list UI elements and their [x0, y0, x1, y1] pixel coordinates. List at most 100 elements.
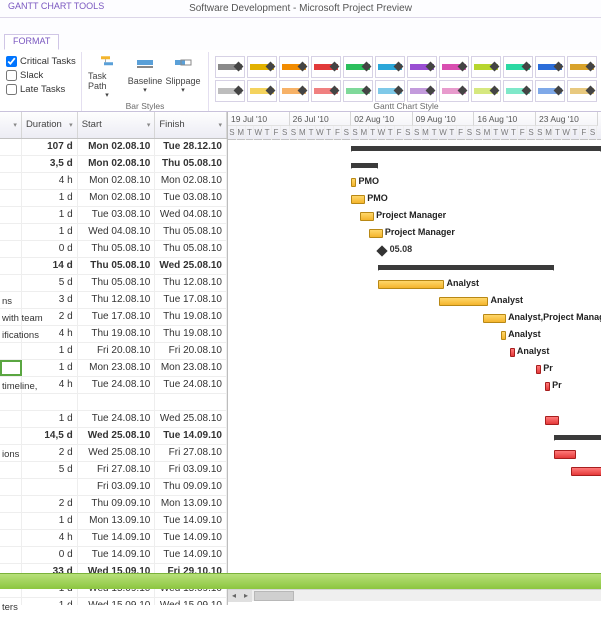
cell-duration[interactable]: 1 d: [22, 360, 78, 376]
scroll-thumb[interactable]: [254, 591, 294, 601]
style-swatch[interactable]: [215, 56, 245, 78]
cell-start[interactable]: Tue 24.08.10: [78, 411, 156, 427]
cell-duration[interactable]: 4 h: [22, 326, 78, 342]
cell-start[interactable]: Tue 17.08.10: [78, 309, 156, 325]
check-critical[interactable]: Critical Tasks: [6, 54, 75, 68]
style-swatch[interactable]: [407, 80, 437, 102]
table-row[interactable]: 2 dTue 17.08.10Thu 19.08.10: [0, 309, 227, 326]
cell-duration[interactable]: 0 d: [22, 241, 78, 257]
gantt-bar[interactable]: [378, 265, 554, 270]
cell-duration[interactable]: 1 d: [22, 343, 78, 359]
table-row[interactable]: 107 dMon 02.08.10Tue 28.12.10: [0, 139, 227, 156]
slippage-button[interactable]: Slippage▾: [164, 54, 202, 99]
style-swatch[interactable]: [567, 56, 597, 78]
cell-duration[interactable]: 5 d: [22, 462, 78, 478]
cell-start[interactable]: Thu 05.08.10: [78, 275, 156, 291]
style-swatch[interactable]: [215, 80, 245, 102]
style-swatch[interactable]: [247, 56, 277, 78]
gantt-bar[interactable]: Analyst: [378, 280, 445, 289]
cell-finish[interactable]: Tue 17.08.10: [155, 292, 227, 308]
cell-finish[interactable]: Thu 12.08.10: [155, 275, 227, 291]
gantt-bar[interactable]: [554, 450, 577, 459]
table-row[interactable]: Fri 03.09.10Thu 09.09.10: [0, 479, 227, 496]
cell-duration[interactable]: 3 d: [22, 292, 78, 308]
style-swatch[interactable]: [311, 56, 341, 78]
table-row[interactable]: 4 hThu 19.08.10Thu 19.08.10: [0, 326, 227, 343]
table-row[interactable]: 1 dWed 04.08.10Thu 05.08.10: [0, 224, 227, 241]
style-swatch[interactable]: [343, 56, 373, 78]
gantt-bar[interactable]: [571, 467, 601, 476]
horizontal-scrollbar[interactable]: ◂ ▸: [228, 589, 601, 601]
grid-body[interactable]: 107 dMon 02.08.10Tue 28.12.103,5 dMon 02…: [0, 139, 227, 605]
table-row[interactable]: 1 dMon 13.09.10Tue 14.09.10: [0, 513, 227, 530]
cell-duration[interactable]: 1 d: [22, 190, 78, 206]
style-swatch[interactable]: [343, 80, 373, 102]
cell-start[interactable]: Tue 03.08.10: [78, 207, 156, 223]
cell-finish[interactable]: Wed 04.08.10: [155, 207, 227, 223]
cell-duration[interactable]: 1 d: [22, 224, 78, 240]
cell-duration[interactable]: 2 d: [22, 445, 78, 461]
cell-start[interactable]: Wed 25.08.10: [78, 445, 156, 461]
cell-duration[interactable]: 3,5 d: [22, 156, 78, 172]
cell-finish[interactable]: Tue 24.08.10: [155, 377, 227, 393]
col-indicator[interactable]: ▾: [0, 112, 22, 138]
style-swatch[interactable]: [535, 80, 565, 102]
style-swatch[interactable]: [247, 80, 277, 102]
style-swatch[interactable]: [439, 56, 469, 78]
cell-duration[interactable]: 14 d: [22, 258, 78, 274]
style-gallery[interactable]: [215, 54, 597, 102]
cell-finish[interactable]: Tue 14.09.10: [155, 530, 227, 546]
style-swatch[interactable]: [535, 56, 565, 78]
col-duration[interactable]: Duration▾: [22, 112, 78, 138]
cell-duration[interactable]: 1 d: [22, 513, 78, 529]
cell-start[interactable]: Mon 02.08.10: [78, 173, 156, 189]
gantt-bar[interactable]: [545, 416, 559, 425]
cell-finish[interactable]: Thu 19.08.10: [155, 326, 227, 342]
baseline-button[interactable]: Baseline▾: [126, 54, 164, 99]
gantt-bar[interactable]: Pr: [536, 365, 541, 374]
style-swatch[interactable]: [375, 56, 405, 78]
cell-start[interactable]: Mon 23.08.10: [78, 360, 156, 376]
table-row[interactable]: 1 dMon 02.08.10Tue 03.08.10: [0, 190, 227, 207]
table-row[interactable]: 4 hTue 14.09.10Tue 14.09.10: [0, 530, 227, 547]
gantt-chart[interactable]: 19 Jul '1026 Jul '1002 Aug '1009 Aug '10…: [228, 112, 601, 605]
cell-finish[interactable]: Wed 25.08.10: [155, 258, 227, 274]
table-row[interactable]: 1 dMon 23.08.10Mon 23.08.10: [0, 360, 227, 377]
cell-finish[interactable]: Thu 19.08.10: [155, 309, 227, 325]
gantt-bar[interactable]: PMO: [351, 178, 356, 187]
cell-start[interactable]: Mon 02.08.10: [78, 156, 156, 172]
milestone-icon[interactable]: [376, 245, 387, 256]
cell-finish[interactable]: Tue 28.12.10: [155, 139, 227, 155]
gantt-bar[interactable]: Project Manager: [369, 229, 383, 238]
cell-finish[interactable]: Wed 15.09.10: [155, 598, 227, 605]
cell-duration[interactable]: 4 h: [22, 530, 78, 546]
style-swatch[interactable]: [407, 56, 437, 78]
ribbon-tabs[interactable]: FORMAT: [0, 34, 601, 50]
table-row[interactable]: 5 dThu 05.08.10Thu 12.08.10: [0, 275, 227, 292]
col-start[interactable]: Start▾: [78, 112, 156, 138]
cell-finish[interactable]: Wed 25.08.10: [155, 411, 227, 427]
cell-duration[interactable]: 1 d: [22, 411, 78, 427]
cell-start[interactable]: Fri 27.08.10: [78, 462, 156, 478]
table-row[interactable]: 0 dThu 05.08.10Thu 05.08.10: [0, 241, 227, 258]
style-swatch[interactable]: [311, 80, 341, 102]
gantt-bar[interactable]: [351, 146, 601, 151]
gantt-bar[interactable]: [554, 435, 601, 440]
style-swatch[interactable]: [279, 80, 309, 102]
style-swatch[interactable]: [471, 80, 501, 102]
cell-start[interactable]: Thu 09.09.10: [78, 496, 156, 512]
task-grid[interactable]: ▾ Duration▾ Start▾ Finish▾ 107 dMon 02.0…: [0, 112, 228, 605]
style-swatch[interactable]: [439, 80, 469, 102]
table-row[interactable]: 2 dThu 09.09.10Mon 13.09.10: [0, 496, 227, 513]
cell-start[interactable]: Thu 05.08.10: [78, 241, 156, 257]
cell-duration[interactable]: [22, 479, 78, 495]
cell-start[interactable]: Tue 24.08.10: [78, 377, 156, 393]
table-row[interactable]: 14 dThu 05.08.10Wed 25.08.10: [0, 258, 227, 275]
scroll-left-arrow[interactable]: ◂: [228, 590, 240, 602]
cell-finish[interactable]: [155, 394, 227, 410]
gantt-bar[interactable]: [351, 163, 377, 168]
style-swatch[interactable]: [503, 80, 533, 102]
cell-duration[interactable]: 14,5 d: [22, 428, 78, 444]
table-row[interactable]: 1 dFri 20.08.10Fri 20.08.10: [0, 343, 227, 360]
table-row[interactable]: 1 dTue 03.08.10Wed 04.08.10: [0, 207, 227, 224]
